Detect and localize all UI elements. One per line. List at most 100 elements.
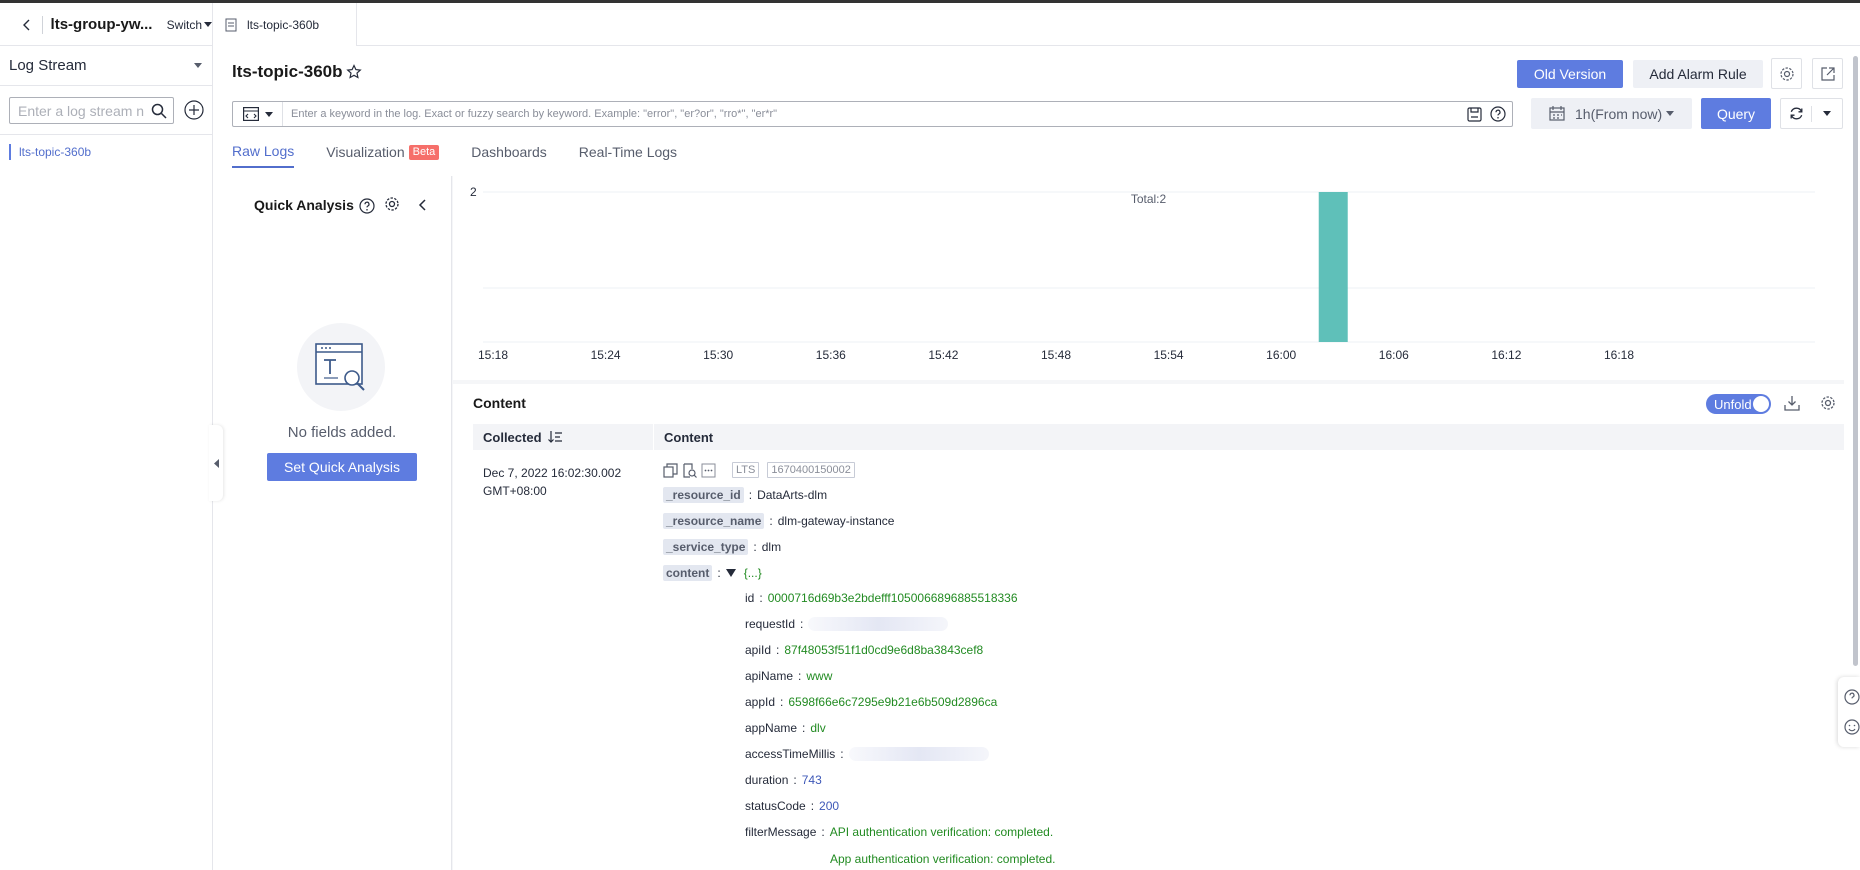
refresh-control[interactable]	[1780, 98, 1843, 129]
settings-button[interactable]	[1771, 58, 1802, 89]
y-tick-label: 2	[470, 185, 477, 199]
log-stream-title: Log Stream	[9, 57, 87, 74]
tab-real-time-logs[interactable]: Real-Time Logs	[579, 143, 677, 168]
sub-field-key[interactable]: appId	[745, 695, 775, 709]
log-field: content: {...}	[663, 565, 762, 581]
gear-icon	[1779, 66, 1794, 81]
caret-down-icon	[194, 63, 202, 68]
tab-label: Visualization	[326, 144, 405, 160]
sub-field-value: dlv	[810, 721, 826, 735]
more-icon[interactable]	[701, 463, 716, 478]
page-title: lts-topic-360b	[232, 62, 343, 81]
open-new-window-button[interactable]	[1812, 58, 1843, 89]
logs-section-title: Content	[473, 395, 526, 411]
content-sub-field: duration:743	[745, 773, 822, 787]
log-field: _service_type: dlm	[663, 539, 781, 555]
search-icon[interactable]	[151, 103, 167, 119]
help-icon[interactable]	[1490, 106, 1506, 122]
expand-triangle-icon[interactable]	[725, 569, 736, 577]
caret-down-icon	[1666, 111, 1675, 116]
field-value: DataArts-dlm	[757, 488, 828, 502]
sub-field-key[interactable]: appName	[745, 721, 797, 735]
x-tick-label: 15:54	[1154, 348, 1184, 362]
help-icon[interactable]	[359, 198, 375, 214]
sub-field-key[interactable]: statusCode	[745, 799, 806, 813]
sub-field-key[interactable]: filterMessage	[745, 825, 816, 839]
beta-badge: Beta	[408, 144, 440, 160]
field-key[interactable]: _resource_name	[663, 513, 765, 529]
tab-visualization[interactable]: Visualization Beta	[326, 143, 440, 168]
x-tick-label: 16:12	[1491, 348, 1521, 362]
content-sub-field: appName: dlv	[745, 721, 826, 735]
sort-icon[interactable]	[547, 431, 562, 443]
field-key[interactable]: _service_type	[663, 539, 749, 555]
external-link-icon	[1820, 66, 1835, 81]
help-icon[interactable]	[1844, 689, 1860, 705]
view-context-icon[interactable]	[682, 462, 697, 478]
query-type-select[interactable]	[233, 102, 283, 126]
add-circle-icon[interactable]	[183, 99, 205, 121]
x-tick-label: 16:18	[1604, 348, 1634, 362]
tab-label: Dashboards	[471, 144, 547, 160]
quick-analysis-panel: Quick Analysis No fields added. Set Quic…	[232, 176, 452, 870]
tab-log-stream[interactable]: lts-topic-360b	[213, 3, 357, 46]
log-stream-panel: Log Stream Enter a log stream n lts-topi…	[0, 46, 213, 870]
smile-icon[interactable]	[1844, 719, 1860, 735]
star-icon[interactable]	[346, 64, 362, 80]
field-key[interactable]: content	[663, 565, 713, 581]
search-query-bar[interactable]: Enter a keyword in the log. Exact or fuz…	[232, 101, 1513, 127]
content-sub-field: appId:6598f66e6c7295e9b21e6b509d2896ca	[745, 695, 998, 709]
gear-icon[interactable]	[1820, 395, 1836, 411]
content-sub-field: apiName: www	[745, 669, 833, 683]
sub-field-key[interactable]: accessTimeMillis	[745, 747, 835, 761]
field-key[interactable]: _resource_id	[663, 487, 744, 503]
filter-message-continued: App authentication verification: complet…	[830, 852, 1055, 866]
sub-field-key[interactable]: id	[745, 591, 754, 605]
sub-field-key[interactable]: requestId	[745, 617, 795, 631]
time-range-select[interactable]: 1h(From now)	[1531, 98, 1692, 129]
sub-field-value: 200	[819, 799, 840, 813]
unfold-toggle[interactable]: Unfold	[1706, 394, 1771, 414]
copy-icon[interactable]	[663, 462, 678, 478]
gear-icon[interactable]	[384, 196, 400, 212]
collapse-sidebar-handle[interactable]	[209, 425, 223, 501]
chevron-left-icon[interactable]	[418, 198, 428, 212]
column-label: Collected	[483, 429, 542, 445]
content-sub-field: id:0000716d69b3e2bdefff10500668968855183…	[745, 591, 1018, 605]
x-tick-label: 15:18	[478, 348, 508, 362]
tab-label: Real-Time Logs	[578, 144, 678, 160]
set-quick-analysis-button[interactable]: Set Quick Analysis	[267, 453, 417, 481]
quick-analysis-title: Quick Analysis	[254, 197, 354, 213]
back-icon[interactable]	[14, 12, 40, 38]
sub-field-value: API authentication verification: complet…	[829, 825, 1054, 839]
tab-raw-logs[interactable]: Raw Logs	[232, 143, 295, 168]
log-field: _resource_name: dlm-gateway-instance	[663, 513, 894, 529]
download-icon[interactable]	[1784, 395, 1800, 411]
sub-field-key[interactable]: apiId	[745, 643, 771, 657]
refresh-interval-dropdown[interactable]	[1812, 111, 1842, 116]
field-value: App authentication verification: complet…	[830, 852, 1056, 866]
refresh-icon[interactable]	[1781, 106, 1811, 121]
query-button[interactable]: Query	[1701, 98, 1771, 129]
add-alarm-rule-button[interactable]: Add Alarm Rule	[1633, 60, 1763, 88]
log-stream-item[interactable]: lts-topic-360b	[9, 144, 91, 160]
field-value: {...}	[743, 566, 762, 580]
column-collected[interactable]: Collected	[473, 430, 653, 445]
old-version-button[interactable]: Old Version	[1517, 60, 1623, 88]
group-name: lts-group-yw...	[50, 16, 153, 33]
x-tick-label: 15:24	[591, 348, 621, 362]
sub-field-key[interactable]: apiName	[745, 669, 793, 683]
switch-button[interactable]: Switch	[167, 18, 212, 32]
content-sub-field: filterMessage: API authentication verific…	[745, 825, 1054, 839]
tab-dashboards[interactable]: Dashboards	[471, 143, 547, 168]
save-icon[interactable]	[1467, 106, 1482, 122]
content-sub-field: apiId:87f48053f51f1d0cd9e6d8ba3843cef8	[745, 643, 984, 657]
query-input[interactable]: Enter a keyword in the log. Exact or fuz…	[283, 108, 1467, 120]
log-stream-search-input[interactable]: Enter a log stream n	[9, 97, 174, 124]
log-stream-select[interactable]: Log Stream	[0, 46, 212, 86]
histogram-bar[interactable]	[1318, 192, 1348, 342]
x-tick-label: 15:36	[816, 348, 846, 362]
scrollbar[interactable]	[1853, 56, 1858, 666]
sub-field-key[interactable]: duration	[745, 773, 788, 787]
document-icon	[225, 18, 237, 31]
